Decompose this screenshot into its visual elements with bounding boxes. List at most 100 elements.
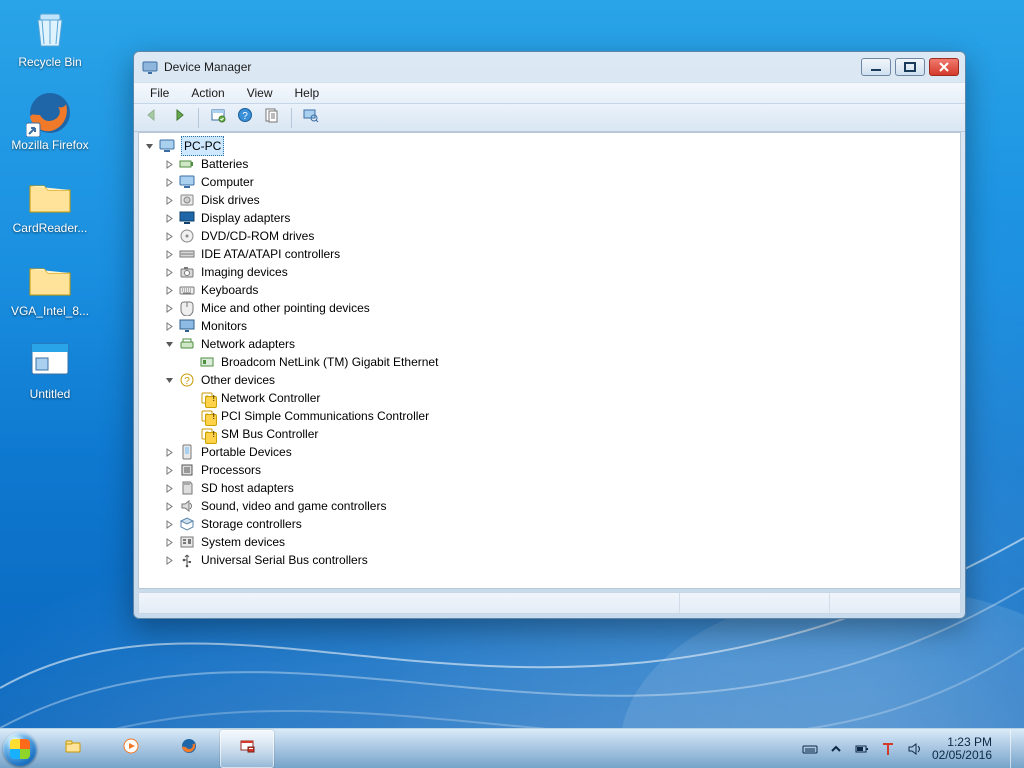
- tree-row[interactable]: ? Other devices: [141, 371, 956, 389]
- expander-icon[interactable]: [163, 374, 175, 386]
- expander-icon[interactable]: [163, 248, 175, 260]
- desktop[interactable]: Recycle Bin Mozilla Firefox CardReader... V…: [0, 0, 1024, 768]
- expander-icon: [183, 392, 195, 404]
- tree-row[interactable]: IDE ATA/ATAPI controllers: [141, 245, 956, 263]
- tree-label: Other devices: [199, 371, 277, 389]
- tree-label: Universal Serial Bus controllers: [199, 551, 370, 569]
- monitor-icon: [179, 318, 195, 334]
- tree-label: Imaging devices: [199, 263, 290, 281]
- forward-button[interactable]: [167, 107, 191, 129]
- properties-button[interactable]: [260, 107, 284, 129]
- expander-icon[interactable]: [163, 500, 175, 512]
- tree-row[interactable]: System devices: [141, 533, 956, 551]
- menu-view[interactable]: View: [237, 84, 283, 102]
- show-hidden-button[interactable]: [206, 107, 230, 129]
- tree-row[interactable]: Processors: [141, 461, 956, 479]
- window-title: Device Manager: [164, 60, 861, 74]
- maximize-button[interactable]: [895, 58, 925, 76]
- expander-icon[interactable]: [163, 284, 175, 296]
- taskbar-item-firefox[interactable]: [162, 730, 216, 768]
- toolbar: ?: [134, 104, 965, 132]
- start-button[interactable]: [0, 729, 40, 768]
- tree-row[interactable]: SD host adapters: [141, 479, 956, 497]
- expander-icon[interactable]: [163, 302, 175, 314]
- device-manager-window[interactable]: Device Manager FileActionViewHelp ? PC-P…: [133, 51, 966, 619]
- tree-row[interactable]: Disk drives: [141, 191, 956, 209]
- wmp-icon: [123, 738, 139, 759]
- battery-tray-icon[interactable]: [854, 741, 870, 757]
- tree-row[interactable]: Broadcom NetLink (TM) Gigabit Ethernet: [141, 353, 956, 371]
- firefox-icon: [26, 89, 74, 137]
- taskbar[interactable]: 1:23 PM02/05/2016: [0, 728, 1024, 768]
- desktop-icon-folder-cardreader[interactable]: CardReader...: [6, 172, 94, 235]
- status-cell: [830, 593, 960, 613]
- tree-row[interactable]: Display adapters: [141, 209, 956, 227]
- scan-hardware-icon: [303, 107, 319, 128]
- expander-icon[interactable]: [163, 338, 175, 350]
- expander-icon[interactable]: [163, 536, 175, 548]
- desktop-icon-firefox[interactable]: Mozilla Firefox: [6, 89, 94, 152]
- camera-icon: [179, 264, 195, 280]
- expander-icon[interactable]: [163, 176, 175, 188]
- toolbar-separator: [291, 108, 292, 128]
- expander-icon[interactable]: [143, 140, 155, 152]
- show-desktop-strip[interactable]: [1010, 730, 1018, 768]
- expander-icon[interactable]: [163, 320, 175, 332]
- tree-row[interactable]: ? PCI Simple Communications Controller: [141, 407, 956, 425]
- svg-text:?: ?: [184, 376, 190, 387]
- tree-row[interactable]: Portable Devices: [141, 443, 956, 461]
- desktop-icon-recycle-bin[interactable]: Recycle Bin: [6, 6, 94, 69]
- folder-cardreader-icon: [26, 172, 74, 220]
- clock[interactable]: 1:23 PM02/05/2016: [932, 736, 992, 762]
- action-center-icon[interactable]: [880, 741, 896, 757]
- expander-icon[interactable]: [163, 518, 175, 530]
- taskbar-item-explorer[interactable]: [46, 730, 100, 768]
- tree-row[interactable]: Batteries: [141, 155, 956, 173]
- tree-row[interactable]: Computer: [141, 173, 956, 191]
- tree-row[interactable]: Imaging devices: [141, 263, 956, 281]
- tree-row[interactable]: PC-PC: [141, 137, 956, 155]
- scan-hardware-button[interactable]: [299, 107, 323, 129]
- close-button[interactable]: [929, 58, 959, 76]
- menu-action[interactable]: Action: [181, 84, 234, 102]
- taskbar-item-wmp[interactable]: [104, 730, 158, 768]
- expander-icon[interactable]: [163, 194, 175, 206]
- tree-row[interactable]: ? SM Bus Controller: [141, 425, 956, 443]
- expander-icon[interactable]: [163, 158, 175, 170]
- expander-icon[interactable]: [163, 446, 175, 458]
- volume-icon[interactable]: [906, 741, 922, 757]
- tree-row[interactable]: Keyboards: [141, 281, 956, 299]
- desktop-icon-untitled[interactable]: Untitled: [6, 338, 94, 401]
- battery-icon: [179, 156, 195, 172]
- tree-row[interactable]: Monitors: [141, 317, 956, 335]
- back-button: [140, 107, 164, 129]
- desktop-icon-label: Untitled: [30, 388, 71, 401]
- minimize-button[interactable]: [861, 58, 891, 76]
- unknown-icon: ?: [199, 390, 215, 406]
- tree-row[interactable]: ? Network Controller: [141, 389, 956, 407]
- tree-row[interactable]: DVD/CD-ROM drives: [141, 227, 956, 245]
- help-button[interactable]: ?: [233, 107, 257, 129]
- tree-row[interactable]: Mice and other pointing devices: [141, 299, 956, 317]
- expander-icon[interactable]: [163, 230, 175, 242]
- titlebar[interactable]: Device Manager: [134, 52, 965, 82]
- expander-icon[interactable]: [163, 482, 175, 494]
- expander-icon[interactable]: [163, 266, 175, 278]
- taskbar-item-mmc[interactable]: [220, 730, 274, 768]
- expander-icon[interactable]: [163, 212, 175, 224]
- tree-label: Broadcom NetLink (TM) Gigabit Ethernet: [219, 353, 440, 371]
- menu-file[interactable]: File: [140, 84, 179, 102]
- tree-row[interactable]: Storage controllers: [141, 515, 956, 533]
- chevron-up-icon[interactable]: [828, 741, 844, 757]
- expander-icon[interactable]: [163, 554, 175, 566]
- tree-row[interactable]: Sound, video and game controllers: [141, 497, 956, 515]
- keyboard-tray-icon[interactable]: [802, 741, 818, 757]
- device-tree[interactable]: PC-PC Batteries Computer Disk drives Dis…: [139, 133, 960, 588]
- desktop-icon-folder-vga[interactable]: VGA_Intel_8...: [6, 255, 94, 318]
- menu-help[interactable]: Help: [285, 84, 330, 102]
- tree-row[interactable]: Network adapters: [141, 335, 956, 353]
- status-cell: [680, 593, 830, 613]
- tree-row[interactable]: Universal Serial Bus controllers: [141, 551, 956, 569]
- desktop-icon-label: Mozilla Firefox: [11, 139, 88, 152]
- expander-icon[interactable]: [163, 464, 175, 476]
